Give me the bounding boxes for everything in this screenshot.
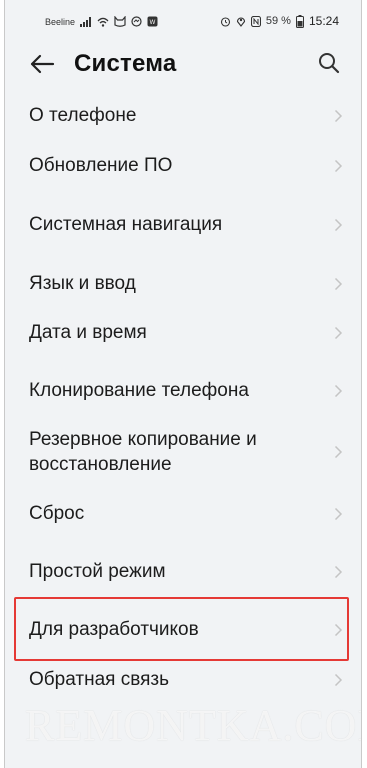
menu-item-label-line2: восстановление [29,454,172,475]
back-arrow-icon[interactable] [29,52,55,76]
chevron-right-icon [334,565,343,579]
menu-item-about-phone[interactable]: О телефоне [5,98,361,134]
vk-icon: W [147,16,158,27]
status-left: Beeline W [45,16,158,27]
chevron-right-icon [334,384,343,398]
menu-item-reset[interactable]: Сброс [5,496,361,532]
status-right: 59 % 15:24 [220,14,339,28]
menu-item-label: Сброс [29,503,85,524]
menu-item-simple-mode[interactable]: Простой режим [5,554,361,590]
menu-item-software-update[interactable]: Обновление ПО [5,148,361,184]
menu-item-phone-clone[interactable]: Клонирование телефона [5,373,361,409]
battery-icon [295,14,304,28]
svg-text:W: W [150,20,156,26]
signal-icon [80,16,92,27]
menu-item-backup-restore[interactable]: Резервное копирование и восстановление [5,424,361,480]
app-header: Система [5,44,361,84]
chevron-right-icon [334,159,343,173]
search-icon[interactable] [317,51,341,75]
menu-item-date-time[interactable]: Дата и время [5,315,361,351]
menu-item-label: Клонирование телефона [29,380,249,401]
wifi-icon [97,17,109,27]
menu-item-label: Обратная связь [29,669,169,690]
watermark: REMONTKA.COM [25,701,362,750]
messenger-icon [131,16,142,27]
page-title: Система [74,50,177,77]
cat-app-icon [114,16,126,27]
menu-item-system-navigation[interactable]: Системная навигация [5,207,361,243]
menu-item-label: Дата и время [29,322,147,343]
chevron-right-icon [334,277,343,291]
chevron-right-icon [334,673,343,687]
alarm-icon [220,16,231,27]
menu-item-label: Системная навигация [29,214,223,235]
menu-item-label-line1: Резервное копирование и [29,429,257,450]
menu-item-label: Простой режим [29,561,166,582]
phone-screen: Beeline W 59 % 15:24 Система О телефоне … [4,0,362,768]
chevron-right-icon [334,326,343,340]
carrier-label: Beeline [45,16,76,27]
menu-item-label: О телефоне [29,105,137,126]
menu-item-label: Для разработчиков [29,619,199,640]
chevron-right-icon [334,507,343,521]
status-bar: Beeline W 59 % 15:24 [5,0,361,44]
menu-item-label: Обновление ПО [29,155,173,176]
menu-item-language-input[interactable]: Язык и ввод [5,266,361,302]
chevron-right-icon [334,445,343,459]
menu-item-developer-options[interactable]: Для разработчиков [5,612,361,648]
chevron-right-icon [334,218,343,232]
location-icon [236,16,246,27]
menu-item-label: Язык и ввод [29,273,136,294]
chevron-right-icon [334,109,343,123]
battery-percent: 59 % [265,15,291,27]
clock: 15:24 [308,14,339,28]
nfc-icon [250,15,261,27]
chevron-right-icon [334,623,343,637]
menu-item-feedback[interactable]: Обратная связь [5,662,361,698]
